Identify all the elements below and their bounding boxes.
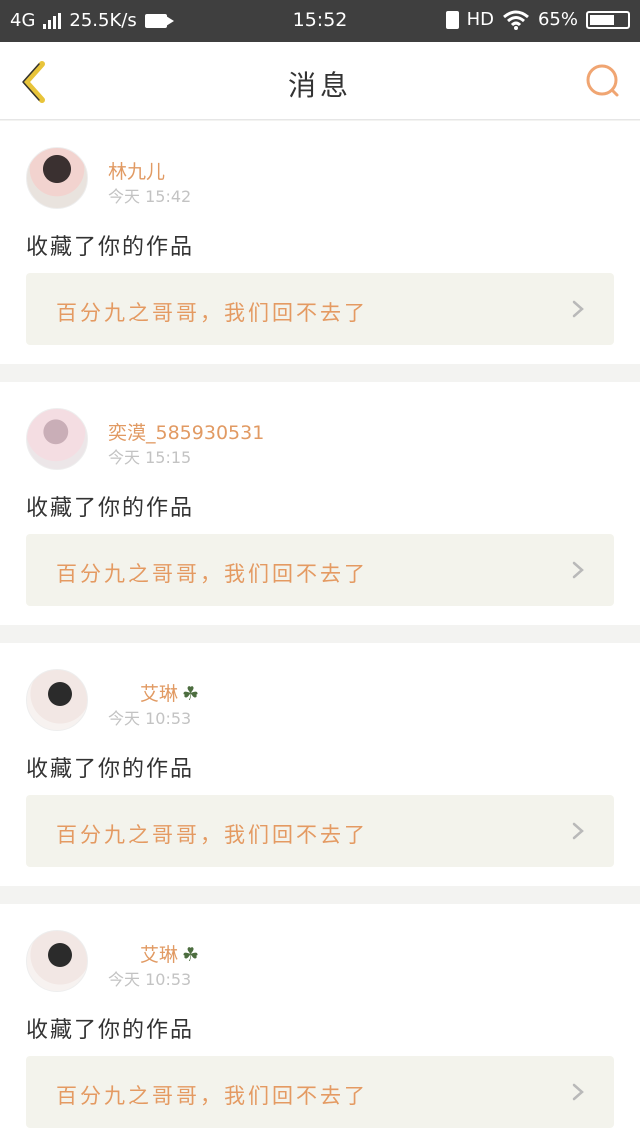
chevron-right-icon	[572, 822, 584, 840]
message-time: 今天 10:53	[108, 970, 192, 989]
user-name[interactable]: 林九儿	[108, 157, 165, 184]
action-text: 收藏了你的作品	[26, 235, 195, 260]
message-card: 林九儿 今天 15:42 收藏了你的作品 百分九之哥哥，我们回不去了	[0, 121, 640, 364]
action-text: 收藏了你的作品	[26, 496, 195, 521]
avatar[interactable]	[26, 669, 88, 731]
message-card: 奕漠_585930531 今天 15:15 收藏了你的作品 百分九之哥哥，我们回…	[0, 382, 640, 625]
user-name[interactable]: 奕漠_585930531	[108, 418, 264, 445]
message-card: 艾琳 ☘ 今天 10:53 收藏了你的作品 百分九之哥哥，我们回不去了	[0, 643, 640, 886]
message-list: 林九儿 今天 15:42 收藏了你的作品 百分九之哥哥，我们回不去了 奕漠_58…	[0, 121, 640, 1138]
user-name-text: 艾琳	[140, 944, 179, 966]
message-time: 今天 10:53	[108, 709, 192, 728]
work-link[interactable]: 百分九之哥哥，我们回不去了	[26, 1056, 614, 1128]
search-icon	[586, 64, 619, 97]
work-title: 百分九之哥哥，我们回不去了	[56, 301, 368, 325]
work-link[interactable]: 百分九之哥哥，我们回不去了	[26, 534, 614, 606]
message-card: 艾琳 ☘ 今天 10:53 收藏了你的作品 百分九之哥哥，我们回不去了	[0, 904, 640, 1138]
nav-bar: 消息	[0, 42, 640, 120]
battery-icon	[586, 10, 630, 29]
status-right: HD 65%	[445, 9, 630, 30]
work-title: 百分九之哥哥，我们回不去了	[56, 823, 368, 847]
page-title: 消息	[287, 69, 352, 102]
charging-icon	[445, 10, 459, 29]
action-text: 收藏了你的作品	[26, 1018, 195, 1043]
action-text: 收藏了你的作品	[26, 757, 195, 782]
work-title: 百分九之哥哥，我们回不去了	[56, 1084, 368, 1108]
user-name[interactable]: 艾琳 ☘	[140, 679, 199, 706]
work-link[interactable]: 百分九之哥哥，我们回不去了	[26, 273, 614, 345]
search-button[interactable]	[584, 62, 624, 102]
message-time: 今天 15:42	[108, 187, 192, 206]
work-title: 百分九之哥哥，我们回不去了	[56, 562, 368, 586]
avatar[interactable]	[26, 930, 88, 992]
user-name-text: 林九儿	[108, 161, 166, 183]
user-name[interactable]: 艾琳 ☘	[140, 940, 199, 967]
avatar[interactable]	[26, 408, 88, 470]
work-link[interactable]: 百分九之哥哥，我们回不去了	[26, 795, 614, 867]
status-bar: 4G 25.5K/s 15:52 HD 65%	[0, 0, 640, 42]
chevron-right-icon	[572, 561, 584, 579]
message-time: 今天 15:15	[108, 448, 192, 467]
user-name-text: 艾琳	[140, 683, 179, 705]
chevron-right-icon	[572, 1083, 584, 1101]
chevron-right-icon	[572, 300, 584, 318]
hd-label: HD	[466, 9, 494, 30]
avatar[interactable]	[26, 147, 88, 209]
battery-percent: 65%	[537, 9, 578, 30]
user-name-text: 奕漠_585930531	[108, 422, 265, 444]
clover-icon: ☘	[182, 944, 200, 966]
wifi-icon	[503, 10, 529, 30]
clover-icon: ☘	[182, 683, 200, 705]
